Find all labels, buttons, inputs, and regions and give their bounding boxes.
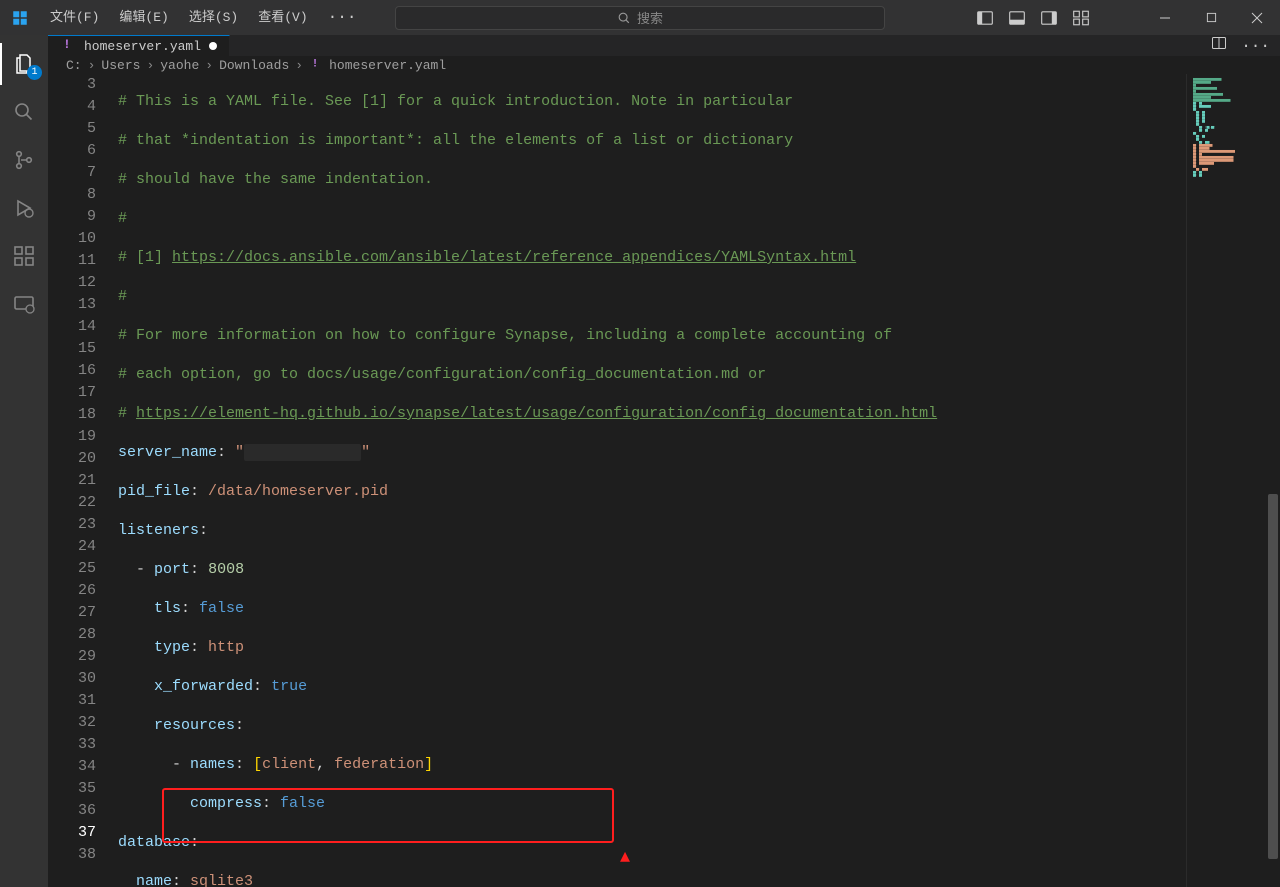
activity-source-control-icon[interactable]	[0, 139, 48, 181]
tab-homeserver[interactable]: ! homeserver.yaml	[48, 35, 230, 56]
chevron-right-icon: ›	[205, 58, 213, 73]
code-editor[interactable]: 3456789101112131415161718192021222324252…	[48, 74, 1280, 887]
minimize-icon[interactable]	[1142, 0, 1188, 35]
app-logo	[6, 4, 34, 32]
line-gutter: 3456789101112131415161718192021222324252…	[48, 74, 118, 887]
window-controls	[1142, 0, 1280, 35]
activity-search-icon[interactable]	[0, 91, 48, 133]
panel-bottom-icon[interactable]	[1008, 9, 1026, 27]
activity-explorer-icon[interactable]: 1	[0, 43, 48, 85]
activity-remote-icon[interactable]	[0, 283, 48, 325]
yaml-file-icon: !	[60, 36, 76, 56]
panel-right-icon[interactable]	[1040, 9, 1058, 27]
customize-layout-icon[interactable]	[1072, 9, 1090, 27]
breadcrumb[interactable]: C: › Users › yaohe › Downloads › ! homeserve…	[48, 56, 1280, 74]
code-content[interactable]: # This is a YAML file. See [1] for a qui…	[118, 74, 1186, 887]
activity-run-debug-icon[interactable]	[0, 187, 48, 229]
search-input[interactable]: 搜索	[395, 6, 885, 30]
search-placeholder: 搜索	[637, 8, 663, 27]
activity-extensions-icon[interactable]	[0, 235, 48, 277]
annotation-arrow-icon: ▴	[620, 843, 630, 869]
chevron-right-icon: ›	[88, 58, 96, 73]
chevron-right-icon: ›	[295, 58, 303, 73]
tabs-row: ! homeserver.yaml ···	[48, 35, 1280, 56]
tab-title: homeserver.yaml	[84, 39, 201, 54]
more-actions-icon[interactable]: ···	[1241, 37, 1270, 55]
close-icon[interactable]	[1234, 0, 1280, 35]
scrollbar[interactable]	[1266, 74, 1280, 887]
search-icon	[617, 11, 631, 25]
bc-user[interactable]: yaohe	[160, 58, 199, 73]
layout-controls	[976, 9, 1090, 27]
bc-users[interactable]: Users	[101, 58, 140, 73]
bc-filename[interactable]: homeserver.yaml	[329, 58, 446, 73]
svg-text:!: !	[312, 59, 319, 71]
menu-view[interactable]: 查看(V)	[248, 0, 317, 35]
menu-more[interactable]: ···	[318, 0, 367, 35]
badge-count: 1	[27, 65, 42, 80]
maximize-icon[interactable]	[1188, 0, 1234, 35]
main-area: 1 ! homeserver.yaml ··· C: › Users › yaohe…	[0, 35, 1280, 887]
bc-downloads[interactable]: Downloads	[219, 58, 289, 73]
menu-select[interactable]: 选择(S)	[179, 0, 248, 35]
dirty-indicator-icon	[209, 42, 217, 50]
bc-drive[interactable]: C:	[66, 58, 82, 73]
tab-right-actions: ···	[1201, 35, 1280, 56]
menu-bar: 文件(F) 编辑(E) 选择(S) 查看(V) ···	[40, 0, 366, 35]
menu-edit[interactable]: 编辑(E)	[109, 0, 178, 35]
yaml-file-icon: !	[309, 56, 323, 74]
panel-left-icon[interactable]	[976, 9, 994, 27]
split-editor-icon[interactable]	[1211, 35, 1227, 56]
activity-bar: 1	[0, 35, 48, 887]
scroll-thumb[interactable]	[1268, 494, 1278, 859]
menu-file[interactable]: 文件(F)	[40, 0, 109, 35]
editor-area: ! homeserver.yaml ··· C: › Users › yaohe › …	[48, 35, 1280, 887]
svg-text:!: !	[63, 37, 71, 52]
title-bar: 文件(F) 编辑(E) 选择(S) 查看(V) ··· 搜索	[0, 0, 1280, 35]
chevron-right-icon: ›	[146, 58, 154, 73]
